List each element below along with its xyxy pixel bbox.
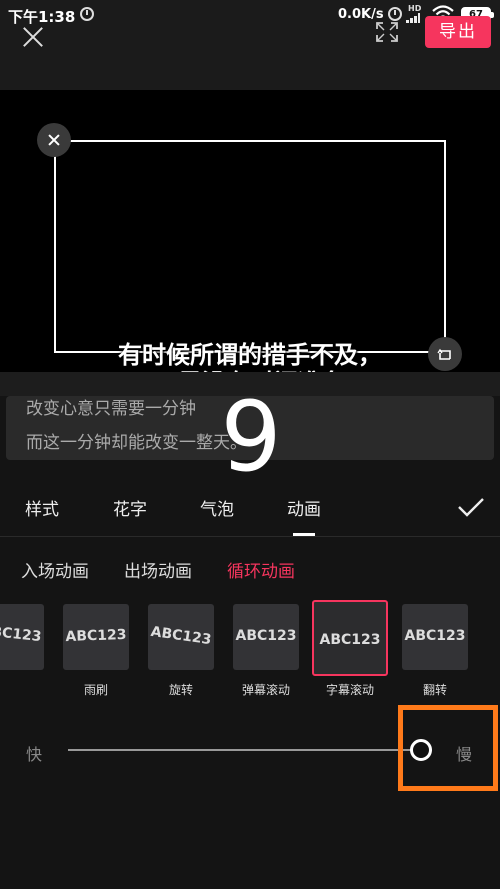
- editor-toolbar: 导出: [0, 16, 500, 90]
- net-speed: 0.0K/s: [338, 7, 384, 22]
- animation-option-subtitle-scroll[interactable]: ABC123: [312, 600, 388, 676]
- divider: [0, 536, 500, 537]
- subtab-loop[interactable]: 循环动画: [227, 557, 295, 582]
- animation-preview-text: ABC123: [0, 622, 43, 646]
- input-text-line-1: 改变心意只需要一分钟: [26, 399, 196, 419]
- video-preview[interactable]: 有时候所谓的措手不及， 不是没有时间准备: [0, 90, 500, 372]
- speed-slider-track[interactable]: [68, 749, 432, 751]
- animation-label: 旋转: [168, 683, 193, 697]
- animation-preview-text: ABC123: [149, 623, 213, 649]
- animation-label: 雨刷: [83, 683, 108, 697]
- alarm-icon: [80, 7, 94, 21]
- animation-option-rotate[interactable]: ABC123: [148, 604, 214, 670]
- animation-option-flip[interactable]: ABC123: [402, 604, 468, 670]
- animation-option[interactable]: ABC123: [0, 604, 44, 670]
- tab-animation[interactable]: 动画: [287, 495, 321, 520]
- step-number-overlay: 9: [220, 381, 282, 493]
- fullscreen-icon[interactable]: [376, 22, 398, 42]
- animation-preview-text: ABC123: [404, 628, 466, 644]
- speed-fast-label: 快: [26, 745, 43, 764]
- caption-line-2: 不是没有时间准备: [0, 363, 500, 372]
- animation-preview-text: ABC123: [65, 626, 127, 646]
- animation-option-barrage[interactable]: ABC123: [233, 604, 299, 670]
- animation-preview-text: ABC123: [235, 628, 297, 644]
- export-button[interactable]: 导出: [425, 16, 491, 48]
- tab-style[interactable]: 样式: [25, 495, 59, 520]
- delete-text-icon[interactable]: [37, 123, 71, 157]
- highlight-annotation-box: [398, 705, 498, 791]
- subtab-exit[interactable]: 出场动画: [124, 557, 192, 582]
- animation-label: 翻转: [422, 683, 447, 697]
- tab-fancy-text[interactable]: 花字: [113, 495, 147, 520]
- close-icon[interactable]: [20, 24, 46, 50]
- animation-option-wiper[interactable]: ABC123: [63, 604, 129, 670]
- tab-bubble[interactable]: 气泡: [200, 495, 234, 520]
- signal-icon: [406, 13, 420, 23]
- check-icon[interactable]: [457, 496, 485, 518]
- animation-preview-text: ABC123: [319, 632, 381, 648]
- subtab-entrance[interactable]: 入场动画: [21, 557, 89, 582]
- text-selection-box[interactable]: [54, 140, 446, 353]
- animation-label: 弹幕滚动: [241, 683, 290, 697]
- alarm-icon: [388, 7, 402, 21]
- animation-label: 字幕滚动: [325, 683, 374, 697]
- network-type: HD: [408, 4, 422, 13]
- style-tabs: 样式 花字 气泡 动画: [0, 480, 500, 536]
